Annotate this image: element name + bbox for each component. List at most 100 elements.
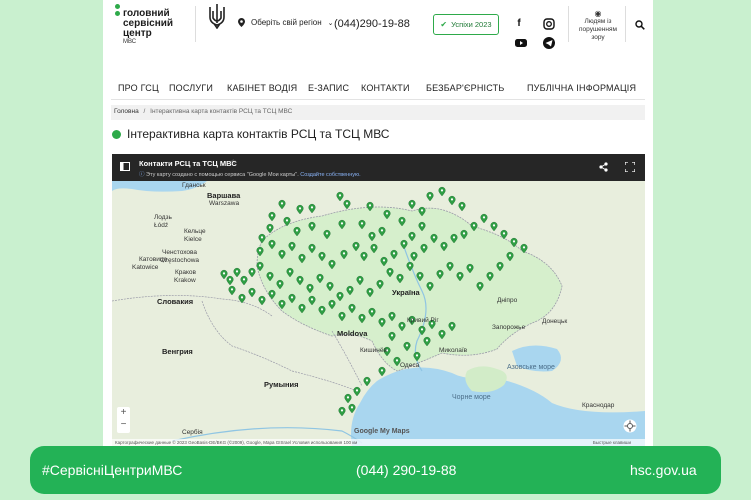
zoom-in-button[interactable]: + [117, 407, 130, 419]
region-label: Оберіть свій регіон [251, 18, 322, 27]
marker-dot [410, 234, 414, 237]
marker-dot [242, 278, 246, 281]
nav-item-bezbaryernist[interactable]: БЕЗБАР'ЄРНІСТЬ [426, 83, 504, 93]
marker-dot [346, 396, 350, 399]
city-label: Katowice [132, 264, 159, 271]
marker-dot [370, 310, 374, 313]
marker-dot [310, 206, 314, 209]
marker-dot [285, 219, 289, 222]
marker-dot [372, 246, 376, 249]
marker-dot [400, 324, 404, 327]
gps-locate-icon[interactable] [623, 419, 637, 433]
marker-dot [428, 284, 432, 287]
map-subtitle: ⓘ Эту карту создано с помощью сервиса "G… [139, 170, 361, 178]
marker-dot [412, 254, 416, 257]
country-label: Сербія [182, 429, 203, 436]
city-label: Варшава [207, 191, 241, 200]
banner-hashtag: #СервісніЦентриМВС [42, 462, 183, 478]
map-canvas[interactable] [112, 181, 645, 447]
fullscreen-icon[interactable] [625, 162, 635, 172]
city-label: Миколаїв [439, 347, 468, 354]
marker-dot [428, 194, 432, 197]
marker-dot [422, 246, 426, 249]
banner-site[interactable]: hsc.gov.ua [630, 462, 697, 478]
logo-line-3: центр [123, 28, 152, 39]
zoom-control[interactable]: + − [117, 407, 130, 433]
map-legend-icon[interactable] [120, 162, 130, 171]
marker-dot [280, 202, 284, 205]
marker-dot [290, 296, 294, 299]
marker-dot [460, 204, 464, 207]
telegram-icon[interactable] [543, 37, 555, 49]
trident-icon [209, 4, 225, 29]
info-icon: ⓘ [139, 172, 145, 178]
marker-dot [368, 204, 372, 207]
google-logo: Google My Maps [354, 428, 410, 435]
marker-dot [388, 270, 392, 273]
marker-dot [425, 339, 429, 342]
marker-dot [488, 274, 492, 277]
marker-dot [338, 194, 342, 197]
marker-dot [390, 314, 394, 317]
nav-item-kontakty[interactable]: КОНТАКТИ [361, 83, 410, 93]
marker-dot [300, 306, 304, 309]
breadcrumb-separator: / [143, 108, 146, 115]
marker-dot [330, 262, 334, 265]
city-label: Катовице [139, 256, 168, 263]
nav-item-pro-gsc[interactable]: ПРО ГСЦ [118, 83, 159, 93]
map-create-link[interactable]: Создайте собственную. [300, 172, 360, 178]
city-label: Гданськ [182, 182, 206, 189]
header-phone[interactable]: (044)290-19-88 [334, 18, 410, 30]
marker-dot [410, 202, 414, 205]
marker-dot [228, 278, 232, 281]
banner-phone[interactable]: (044) 290-19-88 [356, 462, 456, 478]
map-shortcuts-link[interactable]: Быстрые клавиши [593, 440, 631, 445]
country-label: Україна [392, 288, 420, 297]
map-subtitle-text: Эту карту создано с помощью сервиса "Goo… [146, 172, 299, 178]
facebook-icon[interactable]: f [513, 17, 525, 29]
marker-dot [390, 334, 394, 337]
logo-dot [115, 4, 120, 9]
breadcrumb-current: Інтерактивна карта контактів РСЦ та ТСЦ … [150, 108, 293, 115]
marker-dot [400, 219, 404, 222]
marker-dot [472, 224, 476, 227]
marker-dot [498, 264, 502, 267]
logo-sub: МВС [123, 39, 137, 45]
marker-dot [258, 249, 262, 252]
marker-dot [402, 242, 406, 245]
marker-dot [442, 244, 446, 247]
marker-dot [450, 324, 454, 327]
uspikhy-button[interactable]: ✔ Успіхи 2023 [433, 14, 499, 35]
chevron-down-icon: ⌄ [327, 19, 334, 27]
nav-item-e-zapys[interactable]: Е-ЗАПИС [308, 83, 349, 93]
instagram-icon[interactable] [543, 18, 555, 30]
city-label: Кривий Ріг [407, 317, 439, 324]
check-icon: ✔ [440, 20, 448, 29]
share-icon[interactable] [599, 162, 608, 172]
search-icon[interactable] [635, 20, 645, 30]
marker-dot [415, 354, 419, 357]
marker-dot [420, 209, 424, 212]
vision-impaired-link[interactable]: ◉ Людям із порушенням зору [573, 10, 623, 42]
region-selector[interactable]: Оберіть свій регіон ⌄ [238, 18, 334, 27]
nav-item-publichna-informatsiya[interactable]: ПУБЛІЧНА ІНФОРМАЦІЯ [527, 83, 636, 93]
city-label: Ченстохова [162, 249, 198, 256]
marker-dot [298, 278, 302, 281]
marker-dot [438, 272, 442, 275]
zoom-out-button[interactable]: − [117, 419, 130, 431]
marker-dot [340, 222, 344, 225]
breadcrumb-home[interactable]: Головна [114, 108, 139, 115]
country-label: Словакия [157, 297, 194, 306]
nav-item-poslugy[interactable]: ПОСЛУГИ [169, 83, 213, 93]
marker-dot [512, 240, 516, 243]
contacts-map[interactable]: Контакти РСЦ та ТСЦ МВС ☆ ⓘ Эту карту со… [112, 154, 645, 447]
city-label: Дніпро [497, 297, 518, 304]
youtube-icon[interactable] [515, 37, 527, 49]
city-label: Кельце [184, 228, 206, 235]
nav-item-kabinet-vodiya[interactable]: КАБІНЕТ ВОДІЯ [227, 83, 297, 93]
city-label: Одеса [400, 362, 420, 369]
sea-label: Чорне море [452, 394, 491, 401]
star-icon[interactable]: ☆ [230, 158, 236, 166]
marker-dot [340, 409, 344, 412]
city-label: Краснодар [582, 402, 615, 409]
